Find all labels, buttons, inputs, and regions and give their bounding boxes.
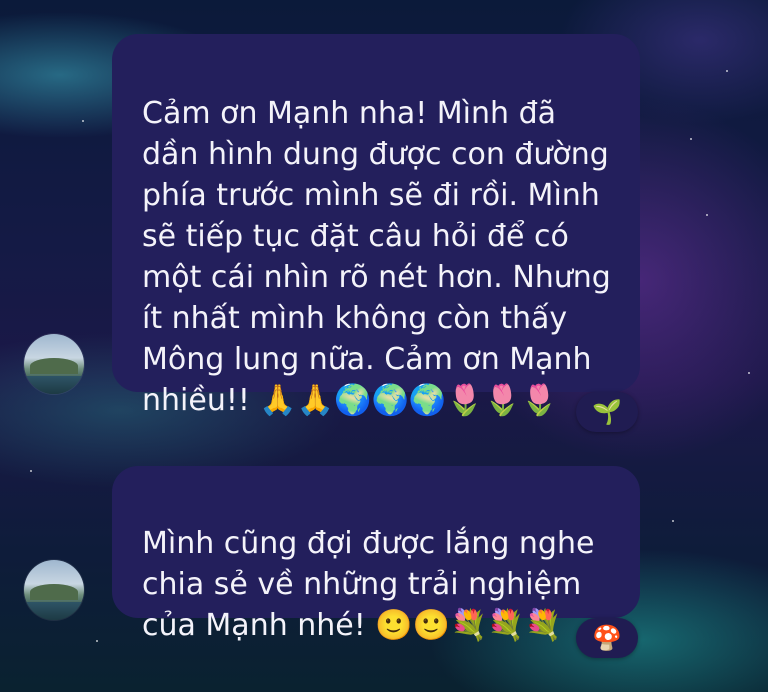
background-star [672, 520, 674, 522]
sender-avatar[interactable] [24, 560, 84, 620]
avatar-hill [30, 358, 78, 374]
reaction-badge[interactable]: 🌱 [576, 392, 638, 432]
background-star [748, 372, 750, 374]
mushroom-reaction-icon: 🍄 [592, 624, 622, 652]
background-star [30, 470, 32, 472]
background-star [82, 120, 84, 122]
message-text: Mình cũng đợi được lắng nghe chia sẻ về … [142, 526, 595, 643]
seedling-reaction-icon: 🌱 [592, 398, 622, 426]
avatar-sea [24, 376, 84, 394]
background-star [726, 70, 728, 72]
reaction-badge[interactable]: 🍄 [576, 618, 638, 658]
message-bubble[interactable]: Mình cũng đợi được lắng nghe chia sẻ về … [112, 466, 640, 643]
message-text: Cảm ơn Mạnh nha! Mình đã dần hình dung đ… [142, 96, 611, 418]
background-star [96, 640, 98, 642]
sender-avatar[interactable] [24, 334, 84, 394]
avatar-sea [24, 602, 84, 620]
background-star [706, 214, 708, 216]
background-star [690, 138, 692, 140]
message-bubble[interactable]: Cảm ơn Mạnh nha! Mình đã dần hình dung đ… [112, 34, 640, 418]
avatar-hill [30, 584, 78, 600]
